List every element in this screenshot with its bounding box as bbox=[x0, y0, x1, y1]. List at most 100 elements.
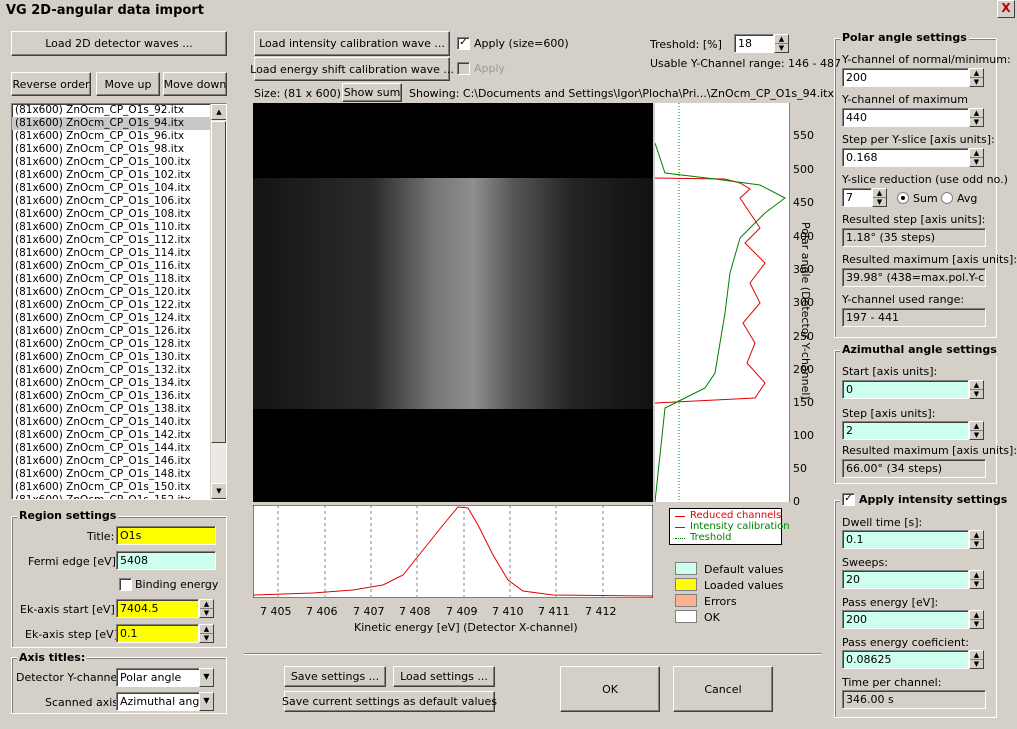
list-item[interactable]: (81x600) ZnOcm_CP_O1s_132.itx bbox=[12, 364, 226, 377]
scroll-up-arrow-icon[interactable]: ▲ bbox=[211, 104, 226, 120]
reverse-order-button[interactable]: Reverse order bbox=[11, 72, 91, 96]
spin-down-icon[interactable]: ▼ bbox=[970, 580, 983, 589]
azim-start-field[interactable]: 0 bbox=[842, 380, 969, 399]
max-field[interactable]: 440 bbox=[842, 108, 969, 127]
list-item[interactable]: (81x600) ZnOcm_CP_O1s_150.itx bbox=[12, 481, 226, 494]
spin-down-icon[interactable]: ▼ bbox=[970, 540, 983, 549]
list-item[interactable]: (81x600) ZnOcm_CP_O1s_142.itx bbox=[12, 429, 226, 442]
step-spinner[interactable]: ▲ ▼ bbox=[969, 148, 984, 167]
apply-energy-checkbox[interactable] bbox=[457, 62, 470, 75]
list-item[interactable]: (81x600) ZnOcm_CP_O1s_146.itx bbox=[12, 455, 226, 468]
save-default-button[interactable]: Save current settings as default values bbox=[282, 691, 497, 712]
list-item[interactable]: (81x600) ZnOcm_CP_O1s_124.itx bbox=[12, 312, 226, 325]
spin-up-icon[interactable]: ▲ bbox=[970, 381, 983, 390]
spin-down-icon[interactable]: ▼ bbox=[200, 634, 213, 643]
spin-up-icon[interactable]: ▲ bbox=[873, 189, 886, 198]
list-item[interactable]: (81x600) ZnOcm_CP_O1s_120.itx bbox=[12, 286, 226, 299]
binding-energy-checkbox[interactable] bbox=[119, 578, 132, 591]
list-item[interactable]: (81x600) ZnOcm_CP_O1s_148.itx bbox=[12, 468, 226, 481]
cancel-button[interactable]: Cancel bbox=[673, 666, 773, 712]
list-item[interactable]: (81x600) ZnOcm_CP_O1s_94.itx bbox=[12, 117, 226, 130]
list-item[interactable]: (81x600) ZnOcm_CP_O1s_102.itx bbox=[12, 169, 226, 182]
list-item[interactable]: (81x600) ZnOcm_CP_O1s_98.itx bbox=[12, 143, 226, 156]
chevron-down-icon[interactable]: ▼ bbox=[199, 668, 214, 687]
save-settings-button[interactable]: Save settings ... bbox=[284, 666, 386, 687]
spin-up-icon[interactable]: ▲ bbox=[970, 531, 983, 540]
spin-up-icon[interactable]: ▲ bbox=[970, 611, 983, 620]
list-item[interactable]: (81x600) ZnOcm_CP_O1s_138.itx bbox=[12, 403, 226, 416]
spin-down-icon[interactable]: ▼ bbox=[200, 609, 213, 618]
reduction-spinner[interactable]: ▲ ▼ bbox=[872, 188, 887, 207]
list-item[interactable]: (81x600) ZnOcm_CP_O1s_112.itx bbox=[12, 234, 226, 247]
list-item[interactable]: (81x600) ZnOcm_CP_O1s_104.itx bbox=[12, 182, 226, 195]
list-item[interactable]: (81x600) ZnOcm_CP_O1s_130.itx bbox=[12, 351, 226, 364]
spin-down-icon[interactable]: ▼ bbox=[970, 158, 983, 167]
spin-down-icon[interactable]: ▼ bbox=[970, 620, 983, 629]
list-item[interactable]: (81x600) ZnOcm_CP_O1s_144.itx bbox=[12, 442, 226, 455]
load-settings-button[interactable]: Load settings ... bbox=[393, 666, 495, 687]
azim-step-spinner[interactable]: ▲ ▼ bbox=[969, 421, 984, 440]
fermi-edge-field[interactable]: 5408 bbox=[116, 551, 216, 570]
spin-up-icon[interactable]: ▲ bbox=[970, 571, 983, 580]
avg-radio[interactable] bbox=[941, 192, 953, 204]
chevron-down-icon[interactable]: ▼ bbox=[199, 692, 214, 711]
spin-up-icon[interactable]: ▲ bbox=[970, 422, 983, 431]
list-item[interactable]: (81x600) ZnOcm_CP_O1s_118.itx bbox=[12, 273, 226, 286]
coef-spinner[interactable]: ▲ ▼ bbox=[969, 650, 984, 669]
max-spinner[interactable]: ▲ ▼ bbox=[969, 108, 984, 127]
spin-down-icon[interactable]: ▼ bbox=[970, 118, 983, 127]
scroll-thumb[interactable] bbox=[211, 121, 226, 443]
spin-up-icon[interactable]: ▲ bbox=[970, 651, 983, 660]
list-item[interactable]: (81x600) ZnOcm_CP_O1s_136.itx bbox=[12, 390, 226, 403]
spin-up-icon[interactable]: ▲ bbox=[200, 600, 213, 609]
list-item[interactable]: (81x600) ZnOcm_CP_O1s_116.itx bbox=[12, 260, 226, 273]
dwell-spinner[interactable]: ▲ ▼ bbox=[969, 530, 984, 549]
load-intensity-calibration-button[interactable]: Load intensity calibration wave ... bbox=[254, 31, 450, 56]
apply-intensity-settings-checkbox[interactable]: ✓ bbox=[842, 493, 855, 506]
treshold-field[interactable]: 18 bbox=[734, 34, 774, 53]
apply-intensity-checkbox[interactable]: ✓ bbox=[457, 37, 470, 50]
spin-up-icon[interactable]: ▲ bbox=[970, 149, 983, 158]
list-scrollbar[interactable]: ▲ ▼ bbox=[210, 104, 226, 499]
detector-y-select[interactable]: Polar angle bbox=[116, 668, 200, 687]
sweeps-spinner[interactable]: ▲ ▼ bbox=[969, 570, 984, 589]
reduction-field[interactable]: 7 bbox=[842, 188, 872, 207]
show-sum-button[interactable]: Show sum bbox=[342, 83, 402, 102]
spin-up-icon[interactable]: ▲ bbox=[970, 109, 983, 118]
ek-start-spinner[interactable]: ▲ ▼ bbox=[199, 599, 214, 618]
spin-down-icon[interactable]: ▼ bbox=[970, 660, 983, 669]
list-item[interactable]: (81x600) ZnOcm_CP_O1s_114.itx bbox=[12, 247, 226, 260]
spin-down-icon[interactable]: ▼ bbox=[970, 390, 983, 399]
scanned-axis-select[interactable]: Azimuthal angle bbox=[116, 692, 200, 711]
azim-step-field[interactable]: 2 bbox=[842, 421, 969, 440]
list-item[interactable]: (81x600) ZnOcm_CP_O1s_110.itx bbox=[12, 221, 226, 234]
wave-file-list[interactable]: (81x600) ZnOcm_CP_O1s_92.itx (81x600) ZnO… bbox=[11, 103, 227, 500]
close-button[interactable]: X bbox=[997, 0, 1015, 18]
normal-field[interactable]: 200 bbox=[842, 68, 969, 87]
load-detector-waves-button[interactable]: Load 2D detector waves ... bbox=[11, 31, 227, 56]
list-item[interactable]: (81x600) ZnOcm_CP_O1s_96.itx bbox=[12, 130, 226, 143]
ek-step-spinner[interactable]: ▲ ▼ bbox=[199, 624, 214, 643]
spin-down-icon[interactable]: ▼ bbox=[970, 431, 983, 440]
normal-spinner[interactable]: ▲ ▼ bbox=[969, 68, 984, 87]
move-down-button[interactable]: Move down bbox=[163, 72, 227, 96]
spin-up-icon[interactable]: ▲ bbox=[200, 625, 213, 634]
list-item[interactable]: (81x600) ZnOcm_CP_O1s_152.itx bbox=[12, 494, 226, 499]
ek-start-field[interactable]: 7404.5 bbox=[116, 599, 199, 618]
list-item[interactable]: (81x600) ZnOcm_CP_O1s_100.itx bbox=[12, 156, 226, 169]
ok-button[interactable]: OK bbox=[560, 666, 660, 712]
pass-energy-spinner[interactable]: ▲ ▼ bbox=[969, 610, 984, 629]
step-field[interactable]: 0.168 bbox=[842, 148, 969, 167]
coef-field[interactable]: 0.08625 bbox=[842, 650, 969, 669]
list-item[interactable]: (81x600) ZnOcm_CP_O1s_126.itx bbox=[12, 325, 226, 338]
list-item[interactable]: (81x600) ZnOcm_CP_O1s_128.itx bbox=[12, 338, 226, 351]
dwell-field[interactable]: 0.1 bbox=[842, 530, 969, 549]
sum-radio[interactable] bbox=[897, 192, 909, 204]
ek-step-field[interactable]: 0.1 bbox=[116, 624, 199, 643]
spin-up-icon[interactable]: ▲ bbox=[775, 35, 788, 44]
load-energy-shift-button[interactable]: Load energy shift calibration wave ... bbox=[250, 57, 454, 81]
azim-start-spinner[interactable]: ▲ ▼ bbox=[969, 380, 984, 399]
pass-energy-field[interactable]: 200 bbox=[842, 610, 969, 629]
spin-down-icon[interactable]: ▼ bbox=[873, 198, 886, 207]
spin-up-icon[interactable]: ▲ bbox=[970, 69, 983, 78]
